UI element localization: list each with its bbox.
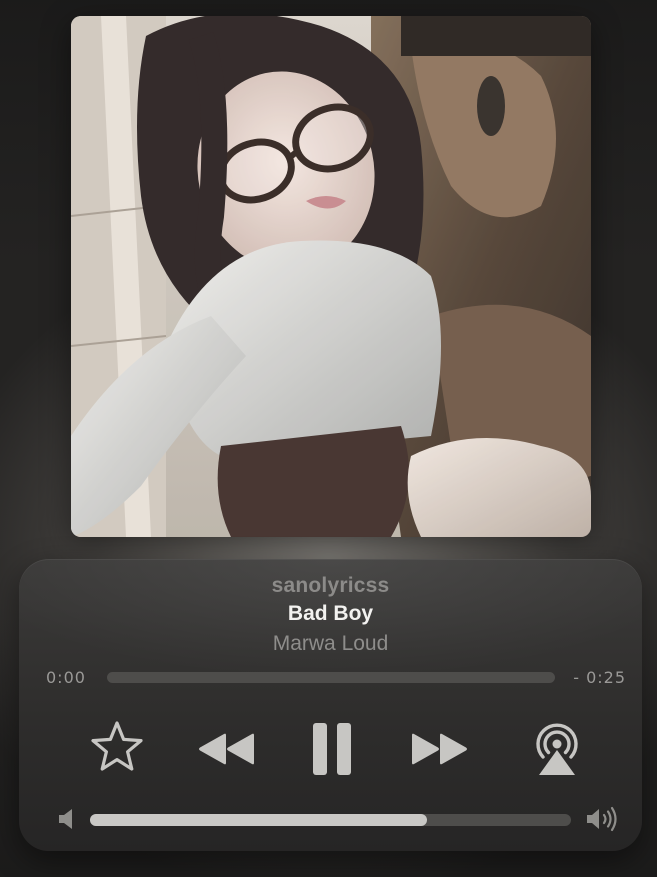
volume-level-fill — [90, 814, 427, 826]
airplay-button[interactable] — [531, 719, 583, 779]
fast-forward-icon — [412, 733, 467, 765]
elapsed-time: 0:00 — [46, 668, 86, 687]
favorite-button[interactable] — [87, 717, 147, 777]
remaining-time: - 0:25 — [573, 668, 626, 687]
volume-slider[interactable] — [90, 814, 571, 826]
rewind-icon — [199, 733, 254, 765]
speaker-high-icon — [587, 806, 617, 832]
username-label: sanolyricss — [271, 574, 390, 597]
playback-scrubber[interactable] — [107, 672, 555, 683]
song-title: Bad Boy — [287, 602, 374, 625]
now-playing-card: sanolyricss Bad Boy Marwa Loud 0:00 - 0:… — [19, 559, 642, 851]
airplay-audio-icon — [536, 723, 578, 775]
album-artwork — [71, 16, 591, 537]
pause-button[interactable] — [305, 717, 359, 781]
artist-name: Marwa Loud — [272, 632, 389, 655]
rewind-button[interactable] — [194, 727, 258, 771]
speaker-low-icon — [59, 809, 72, 829]
track-info: sanolyricss Bad Boy Marwa Loud — [19, 573, 642, 659]
pause-icon — [313, 723, 351, 775]
star-icon — [91, 721, 143, 771]
fast-forward-button[interactable] — [408, 727, 472, 771]
